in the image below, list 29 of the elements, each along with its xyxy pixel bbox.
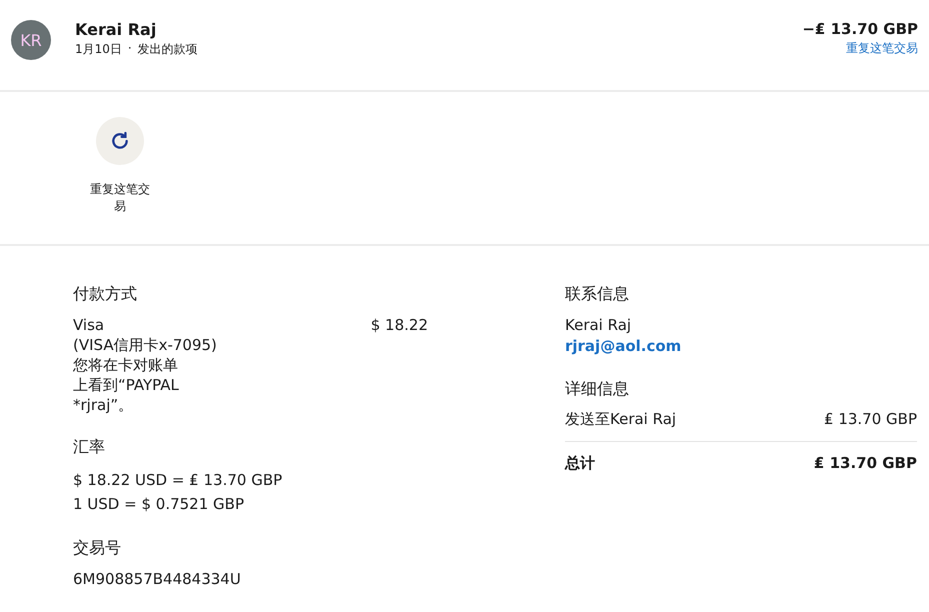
detail-label: 发送至Kerai Raj bbox=[565, 410, 676, 429]
payment-amount: $ 18.22 bbox=[370, 315, 428, 336]
date: 1月10日 bbox=[75, 41, 122, 58]
transaction-id: 6M908857B4484334U bbox=[73, 569, 242, 589]
repeat-link[interactable]: 重复这笔交易 bbox=[846, 40, 918, 57]
exchange-rate: $ 18.22 USD = ₤ 13.70 GBP bbox=[73, 470, 284, 491]
section-title: 联系信息 bbox=[565, 284, 630, 305]
refresh-icon bbox=[110, 131, 130, 151]
separator: · bbox=[128, 41, 132, 57]
payment-method-text: *rjraj”。 bbox=[73, 395, 134, 415]
section-title: 汇率 bbox=[73, 437, 106, 458]
email-link[interactable]: rjraj@aol.com bbox=[565, 335, 917, 357]
avatar: KR bbox=[11, 20, 51, 60]
amount: −₤ 13.70 GBP bbox=[802, 20, 918, 38]
contact-name: Kerai Raj bbox=[565, 315, 632, 335]
payee-name: Kerai Raj bbox=[75, 20, 158, 39]
payment-method-text: (VISA信用卡x-7095) bbox=[73, 335, 217, 355]
transaction-type: 发出的款项 bbox=[138, 41, 198, 58]
section-title: 交易号 bbox=[73, 538, 122, 559]
payment-method-text: 上看到“PAYPAL bbox=[73, 375, 180, 395]
payment-method-text: Visa bbox=[73, 315, 106, 335]
detail-amount: ₤ 13.70 GBP bbox=[824, 410, 917, 429]
total-amount: ₤ 13.70 GBP bbox=[814, 454, 917, 473]
total-label: 总计 bbox=[565, 454, 595, 473]
repeat-button[interactable]: 重复这笔交易 bbox=[84, 117, 156, 244]
section-title: 付款方式 bbox=[73, 284, 138, 305]
section-title: 详细信息 bbox=[565, 379, 630, 400]
payment-method-text: 您将在卡对账单 bbox=[73, 355, 179, 375]
exchange-rate: 1 USD = $ 0.7521 GBP bbox=[73, 494, 245, 515]
